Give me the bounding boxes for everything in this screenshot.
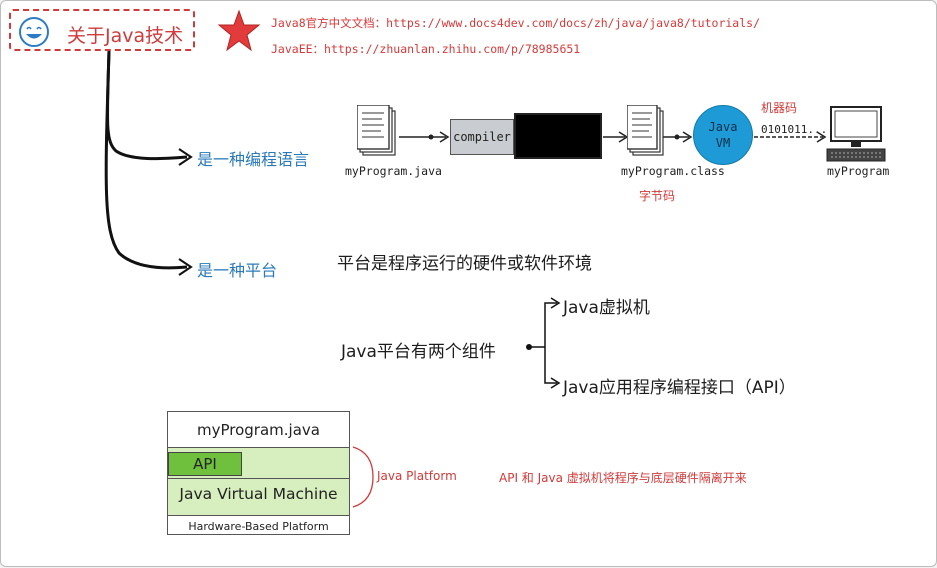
branch-line-language — [105, 50, 188, 161]
jvm-line2: VM — [715, 136, 731, 150]
link-java8[interactable]: Java8官方中文文档：https://www.docs4dev.com/doc… — [271, 15, 760, 31]
binary-label: 0101011... — [761, 123, 828, 136]
star-icon — [217, 9, 261, 52]
stack-api: API — [168, 452, 242, 476]
branch-platform: 是一种平台 — [197, 261, 278, 280]
platform-description: 平台是程序运行的硬件或软件环境 — [337, 254, 592, 274]
java-platform-label: Java Platform — [377, 469, 457, 483]
source-file-label: myProgram.java — [345, 164, 442, 178]
stack-platform-area: API Java Virtual Machine — [168, 448, 349, 516]
page-title: 关于Java技术 — [67, 25, 184, 47]
stack-program: myProgram.java — [168, 412, 349, 448]
source-document-icon — [357, 105, 396, 156]
bracket-item1 — [544, 302, 557, 347]
platform-stack: myProgram.java API Java Virtual Machine … — [167, 411, 350, 535]
platform-brace — [352, 446, 374, 508]
stack-jvm: Java Virtual Machine — [168, 478, 349, 508]
compiler-box: compiler — [450, 119, 514, 155]
components-root: Java平台有两个组件 — [341, 342, 496, 362]
stack-hardware: Hardware-Based Platform — [188, 519, 329, 533]
computer-icon — [826, 106, 886, 162]
bracket-item2 — [544, 347, 557, 384]
component-api: Java应用程序编程接口（API） — [563, 378, 796, 398]
machine-code-label: 机器码 — [761, 101, 798, 115]
title-box: 关于Java技术 — [9, 9, 195, 51]
isolation-note: API 和 Java 虚拟机将程序与底层硬件隔离开来 — [499, 471, 747, 485]
compiler-screen — [514, 113, 602, 159]
output-label: myProgram — [827, 164, 890, 178]
class-document-icon — [627, 105, 664, 156]
connector-layer — [104, 50, 827, 508]
smiley-icon — [19, 17, 49, 47]
diagram-canvas: 关于Java技术 Java8官方中文文档：https://www.docs4de… — [0, 0, 937, 567]
bytecode-label: 字节码 — [639, 189, 676, 203]
component-jvm: Java虚拟机 — [563, 298, 650, 318]
jvm-line1: Java — [708, 120, 738, 134]
class-file-label: myProgram.class — [621, 164, 725, 178]
link-javaee[interactable]: JavaEE：https://zhuanlan.zhihu.com/p/7898… — [271, 41, 580, 57]
jvm-circle: Java VM — [693, 105, 753, 165]
branch-language: 是一种编程语言 — [197, 150, 310, 169]
